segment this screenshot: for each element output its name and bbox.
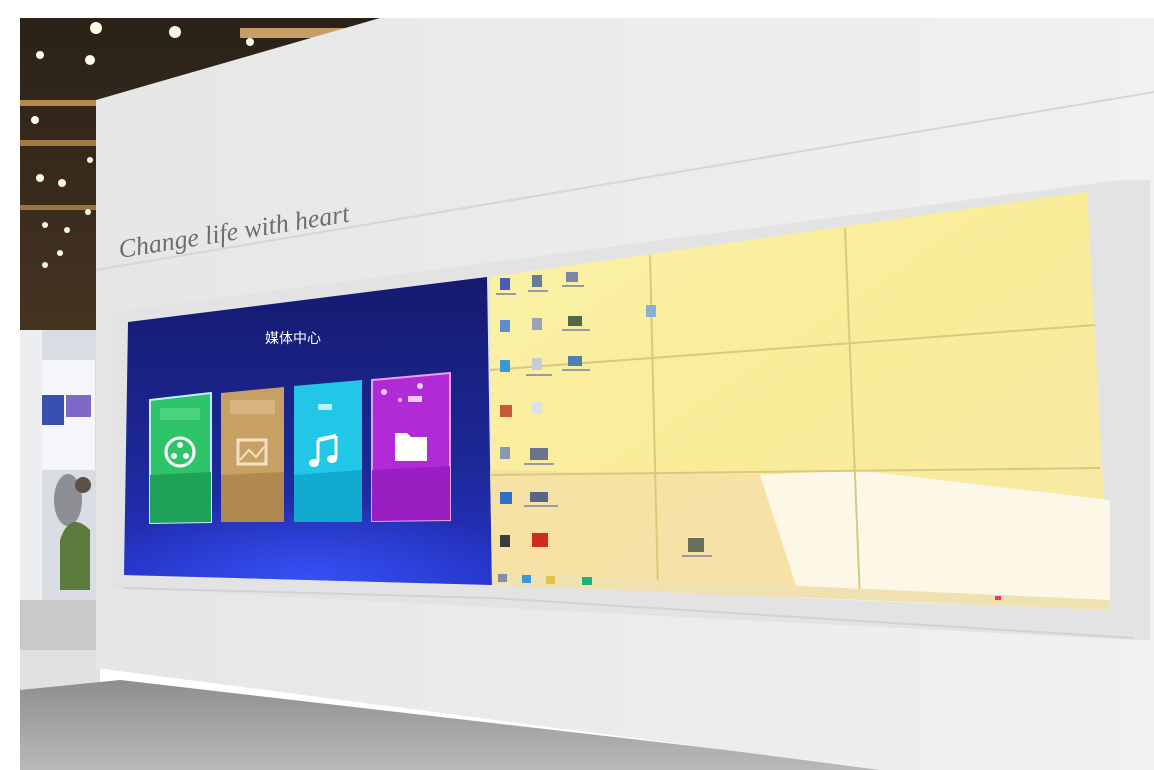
taskbar-icon[interactable] bbox=[582, 577, 592, 585]
desktop-icon[interactable] bbox=[500, 278, 510, 290]
desktop-icon[interactable] bbox=[500, 360, 510, 372]
desktop-icon[interactable] bbox=[500, 320, 510, 332]
desktop-icon[interactable] bbox=[646, 305, 656, 317]
desktop-icon[interactable] bbox=[532, 358, 542, 370]
taskbar-icon[interactable] bbox=[498, 574, 507, 582]
media-center-title: 媒体中心 bbox=[265, 331, 321, 347]
desktop-icon[interactable] bbox=[532, 275, 542, 287]
desktop-icon[interactable] bbox=[530, 492, 548, 502]
video-tile[interactable] bbox=[149, 391, 212, 525]
taskbar-icon[interactable] bbox=[546, 576, 555, 584]
scene-svg: Change life with heart 媒体中心 bbox=[0, 0, 1154, 770]
desktop-icon[interactable] bbox=[500, 405, 512, 417]
desktop-icon[interactable] bbox=[568, 316, 582, 326]
desktop-icon[interactable] bbox=[530, 448, 548, 460]
desktop-icon[interactable] bbox=[532, 402, 542, 414]
desktop-icon[interactable] bbox=[500, 447, 510, 459]
desktop-icon[interactable] bbox=[500, 492, 512, 504]
desktop-icon[interactable] bbox=[532, 318, 542, 330]
tray-icon[interactable] bbox=[995, 596, 1001, 600]
media-center-screen: 媒体中心 bbox=[124, 277, 492, 585]
desktop-icon[interactable] bbox=[532, 533, 548, 547]
photo-scene: Change life with heart 媒体中心 bbox=[0, 0, 1154, 770]
desktop-icon[interactable] bbox=[566, 272, 578, 282]
files-tile[interactable] bbox=[371, 371, 451, 523]
desktop-icon[interactable] bbox=[568, 356, 582, 366]
music-tile[interactable] bbox=[294, 380, 362, 522]
taskbar-icon[interactable] bbox=[522, 575, 531, 583]
desktop-icon[interactable] bbox=[500, 535, 510, 547]
folder-icon bbox=[395, 433, 427, 461]
background-booth bbox=[20, 330, 100, 690]
pictures-tile[interactable] bbox=[221, 387, 284, 522]
desktop-icon[interactable] bbox=[688, 538, 704, 552]
